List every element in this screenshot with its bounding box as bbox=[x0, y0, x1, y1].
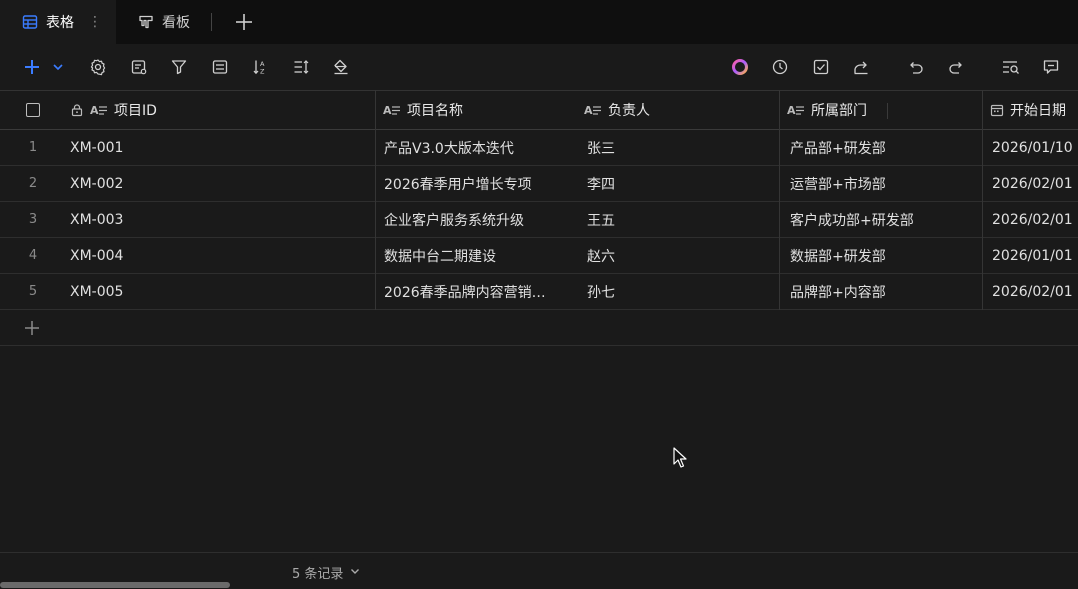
view-tabbar: 表格 ⋮ 看板 bbox=[0, 0, 1078, 44]
table-row[interactable]: 4 XM-004 数据中台二期建设 赵六 数据部+研发部 2026/01/01 bbox=[0, 238, 1078, 274]
column-divider bbox=[982, 90, 983, 310]
footer-divider bbox=[0, 552, 1078, 553]
sort-icon[interactable]: AZ bbox=[250, 56, 272, 78]
group-icon[interactable] bbox=[209, 56, 231, 78]
settings-icon[interactable] bbox=[87, 56, 109, 78]
paint-icon[interactable] bbox=[330, 56, 352, 78]
search-icon[interactable] bbox=[1000, 56, 1022, 78]
text-field-icon: A bbox=[383, 103, 401, 117]
ai-icon[interactable] bbox=[729, 56, 751, 78]
row-height-icon[interactable] bbox=[290, 56, 312, 78]
row-number: 3 bbox=[28, 212, 38, 227]
svg-text:A: A bbox=[584, 104, 593, 117]
checkbox-icon bbox=[26, 103, 40, 117]
tab-kanban[interactable]: 看板 bbox=[138, 0, 190, 44]
column-header-project-name[interactable]: A 项目名称 bbox=[375, 91, 579, 129]
tab-more-icon[interactable]: ⋮ bbox=[88, 14, 102, 30]
record-count-label: 5 条记录 bbox=[292, 567, 344, 582]
cell-owner[interactable]: 李四 bbox=[579, 166, 779, 201]
date-field-icon bbox=[990, 103, 1004, 117]
cell-start-date[interactable]: 2026/01/01 bbox=[982, 238, 1078, 273]
cell-project-name[interactable]: 企业客户服务系统升级 bbox=[375, 202, 579, 237]
add-view-icon[interactable] bbox=[232, 10, 256, 34]
add-row-icon[interactable] bbox=[22, 318, 42, 338]
cell-owner[interactable]: 赵六 bbox=[579, 238, 779, 273]
comment-icon[interactable] bbox=[1040, 56, 1062, 78]
svg-text:A: A bbox=[787, 104, 796, 117]
undo-icon[interactable] bbox=[905, 56, 927, 78]
cell-start-date[interactable]: 2026/02/01 bbox=[982, 274, 1078, 309]
text-field-icon: A bbox=[787, 103, 805, 117]
cell-project-id[interactable]: XM-003 bbox=[66, 202, 375, 237]
cell-project-name[interactable]: 2026春季品牌内容营销… bbox=[375, 274, 579, 309]
add-record-icon[interactable] bbox=[21, 56, 43, 78]
chevron-down-icon[interactable] bbox=[47, 56, 69, 78]
cell-project-id[interactable]: XM-004 bbox=[66, 238, 375, 273]
row-number: 5 bbox=[28, 284, 38, 299]
column-header-owner[interactable]: A 负责人 bbox=[579, 91, 779, 129]
svg-text:Z: Z bbox=[260, 68, 265, 76]
cell-department[interactable]: 数据部+研发部 bbox=[779, 238, 982, 273]
text-field-icon: A bbox=[584, 103, 602, 117]
column-label: 开始日期 bbox=[1010, 103, 1066, 119]
cell-project-name[interactable]: 数据中台二期建设 bbox=[375, 238, 579, 273]
filter-icon[interactable] bbox=[168, 56, 190, 78]
column-header-start-date[interactable]: 开始日期 bbox=[982, 91, 1078, 129]
tab-kanban-label: 看板 bbox=[162, 15, 190, 31]
cell-start-date[interactable]: 2026/01/10 bbox=[982, 130, 1078, 165]
select-all-checkbox[interactable] bbox=[0, 91, 66, 129]
table-row[interactable]: 5 XM-005 2026春季品牌内容营销… 孙七 品牌部+内容部 2026/0… bbox=[0, 274, 1078, 310]
svg-text:A: A bbox=[383, 104, 392, 117]
kanban-icon bbox=[138, 14, 154, 30]
horizontal-scrollbar[interactable] bbox=[0, 582, 230, 588]
cell-start-date[interactable]: 2026/02/01 bbox=[982, 202, 1078, 237]
row-number: 2 bbox=[28, 176, 38, 191]
mouse-cursor-icon bbox=[673, 447, 687, 473]
cell-department[interactable]: 客户成功部+研发部 bbox=[779, 202, 982, 237]
column-divider bbox=[779, 90, 780, 310]
record-count[interactable]: 5 条记录 bbox=[292, 563, 361, 582]
redo-icon[interactable] bbox=[945, 56, 967, 78]
cell-project-name[interactable]: 2026春季用户增长专项 bbox=[375, 166, 579, 201]
column-label: 所属部门 bbox=[811, 103, 867, 119]
column-label: 项目名称 bbox=[407, 103, 463, 119]
svg-text:A: A bbox=[90, 104, 99, 117]
cell-owner[interactable]: 张三 bbox=[579, 130, 779, 165]
cell-project-id[interactable]: XM-001 bbox=[66, 130, 375, 165]
column-divider bbox=[375, 90, 376, 310]
column-header-project-id[interactable]: A 项目ID bbox=[66, 91, 375, 129]
field-config-icon[interactable] bbox=[128, 56, 150, 78]
table-row[interactable]: 2 XM-002 2026春季用户增长专项 李四 运营部+市场部 2026/02… bbox=[0, 166, 1078, 202]
column-label: 项目ID bbox=[114, 103, 157, 119]
cell-project-id[interactable]: XM-002 bbox=[66, 166, 375, 201]
cell-department[interactable]: 运营部+市场部 bbox=[779, 166, 982, 201]
cell-department[interactable]: 品牌部+内容部 bbox=[779, 274, 982, 309]
grid-header: A 项目ID A 项目名称 A 负责人 A 所属部门 开始日期 bbox=[0, 90, 1078, 130]
history-icon[interactable] bbox=[769, 56, 791, 78]
text-field-icon: A bbox=[90, 103, 108, 117]
task-icon[interactable] bbox=[810, 56, 832, 78]
chevron-down-icon bbox=[349, 565, 361, 581]
table-row[interactable]: 3 XM-003 企业客户服务系统升级 王五 客户成功部+研发部 2026/02… bbox=[0, 202, 1078, 238]
cell-department[interactable]: 产品部+研发部 bbox=[779, 130, 982, 165]
table-row[interactable]: 1 XM-001 产品V3.0大版本迭代 张三 产品部+研发部 2026/01/… bbox=[0, 130, 1078, 166]
add-row[interactable] bbox=[0, 310, 1078, 346]
cell-owner[interactable]: 王五 bbox=[579, 202, 779, 237]
cell-project-id[interactable]: XM-005 bbox=[66, 274, 375, 309]
table-icon bbox=[22, 14, 38, 30]
cell-owner[interactable]: 孙七 bbox=[579, 274, 779, 309]
column-header-department[interactable]: A 所属部门 bbox=[779, 91, 982, 129]
toolbar: AZ bbox=[0, 44, 1078, 119]
tab-table[interactable]: 表格 ⋮ bbox=[0, 0, 116, 44]
cell-project-name[interactable]: 产品V3.0大版本迭代 bbox=[375, 130, 579, 165]
row-number: 1 bbox=[28, 140, 38, 155]
row-number: 4 bbox=[28, 248, 38, 263]
lock-icon bbox=[70, 103, 84, 117]
tab-divider bbox=[211, 13, 212, 31]
share-icon[interactable] bbox=[850, 56, 872, 78]
column-label: 负责人 bbox=[608, 103, 650, 119]
cell-start-date[interactable]: 2026/02/01 bbox=[982, 166, 1078, 201]
tab-table-label: 表格 bbox=[46, 15, 74, 31]
